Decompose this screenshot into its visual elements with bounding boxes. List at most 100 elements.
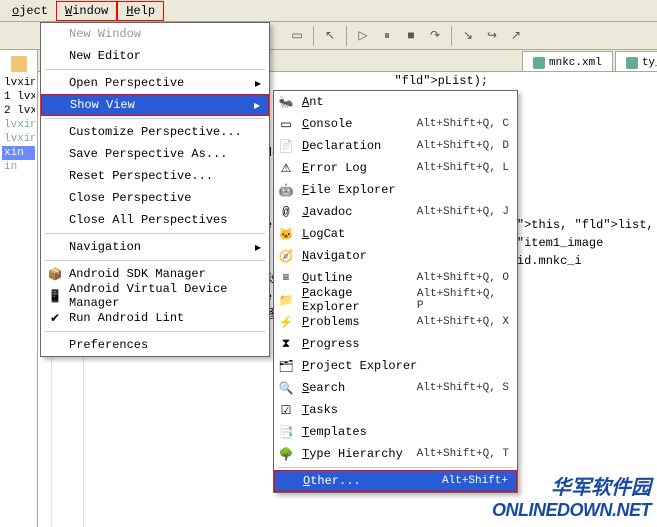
view-item-icon: 🤖 xyxy=(278,182,294,198)
menu-item-customize-perspective[interactable]: Customize Perspective... xyxy=(41,121,269,143)
view-item-icon: ≡ xyxy=(278,270,294,286)
view-item-icon: ⚡ xyxy=(278,314,294,330)
view-item-icon: ⚠ xyxy=(278,160,294,176)
menu-project[interactable]: oject xyxy=(4,2,56,20)
view-type-hierarchy[interactable]: 🌳 Type Hierarchy Alt+Shift+Q, T xyxy=(274,443,517,465)
view-search[interactable]: 🔍SearchAlt+Shift+Q, S xyxy=(274,377,517,399)
outline-item[interactable]: in xyxy=(2,160,35,174)
view-item-label: Package Explorer xyxy=(302,286,417,314)
view-item-icon: 🔍 xyxy=(278,380,294,396)
watermark-en: ONLINEDOWN.NET xyxy=(492,500,651,521)
submenu-arrow-icon: ▸ xyxy=(255,240,261,255)
view-other[interactable]: Other...Alt+Shift+ xyxy=(274,470,517,492)
view-declaration[interactable]: 📄DeclarationAlt+Shift+Q, D xyxy=(274,135,517,157)
menu-item-run-android-lint[interactable]: ✔Run Android Lint xyxy=(41,307,269,329)
view-file-explorer[interactable]: 🤖 File Explorer xyxy=(274,179,517,201)
menu-item-close-all-perspectives[interactable]: Close All Perspectives xyxy=(41,209,269,231)
view-item-label: Templates xyxy=(302,425,367,439)
view-item-icon: 🧭 xyxy=(278,248,294,264)
toolbar-play-icon[interactable]: ▷ xyxy=(352,25,374,47)
menubar: oject Window Help xyxy=(0,0,657,22)
java-file-icon xyxy=(626,57,638,69)
view-problems[interactable]: ⚡ Problems Alt+Shift+Q, X xyxy=(274,311,517,333)
menu-item-label: Run Android Lint xyxy=(69,311,184,325)
view-progress[interactable]: ⧗Progress xyxy=(274,333,517,355)
view-project-explorer[interactable]: 🗂 Project Explorer xyxy=(274,355,517,377)
menu-item-close-perspective[interactable]: Close Perspective xyxy=(41,187,269,209)
outline-pane: lvxin1 lvx2 lvxlvxinlvxinxinin xyxy=(0,50,38,527)
toolbar-stepinto-icon[interactable]: ↘ xyxy=(457,25,479,47)
menu-item-navigation[interactable]: Navigation ▸ xyxy=(41,236,269,258)
tab-ty-mr[interactable]: ty_mr xyxy=(615,51,657,71)
view-item-shortcut: Alt+Shift+Q, L xyxy=(417,162,509,174)
xml-file-icon xyxy=(533,57,545,69)
view-item-label: File Explorer xyxy=(302,183,396,197)
menu-item-label: Close All Perspectives xyxy=(69,213,227,227)
toolbar-stepover-icon[interactable]: ↪ xyxy=(481,25,503,47)
menu-item-icon: 📦 xyxy=(47,266,63,282)
tab-mnkc-xml[interactable]: mnkc.xml xyxy=(522,51,613,71)
menu-separator xyxy=(45,118,265,119)
menu-help[interactable]: Help xyxy=(117,1,164,21)
view-item-shortcut: Alt+Shift+Q, J xyxy=(417,206,509,218)
view-templates[interactable]: 📑Templates xyxy=(274,421,517,443)
toolbar-pause-icon[interactable]: ⏸ xyxy=(376,25,398,47)
outline-item[interactable]: lvxin xyxy=(2,132,35,146)
outline-item[interactable]: xin xyxy=(2,146,35,160)
menu-item-reset-perspective[interactable]: Reset Perspective... xyxy=(41,165,269,187)
menu-item-icon: 📱 xyxy=(47,288,63,304)
menu-item-label: Close Perspective xyxy=(69,191,191,205)
toolbar-stepout-icon[interactable]: ↗ xyxy=(505,25,527,47)
view-item-icon: ⧗ xyxy=(278,336,294,352)
menu-item-show-view[interactable]: Show View▸ xyxy=(41,94,269,116)
menu-item-new-window[interactable]: New Window xyxy=(41,23,269,45)
view-item-label: Search xyxy=(302,381,345,395)
toolbar-square-icon[interactable]: ▭ xyxy=(286,25,308,47)
view-item-label: Tasks xyxy=(302,403,338,417)
toolbar-step-icon[interactable]: ↷ xyxy=(424,25,446,47)
view-item-shortcut: Alt+Shift+Q, T xyxy=(417,448,509,460)
menu-separator xyxy=(45,233,265,234)
view-item-label: Javadoc xyxy=(302,205,352,219)
view-navigator[interactable]: 🧭 Navigator xyxy=(274,245,517,267)
view-item-shortcut: Alt+Shift+Q, C xyxy=(417,118,509,130)
view-item-label: Type Hierarchy xyxy=(302,447,403,461)
toolbar-stop-icon[interactable]: ■ xyxy=(400,25,422,47)
toolbar-wand-icon[interactable]: ↖ xyxy=(319,25,341,47)
view-javadoc[interactable]: @JavadocAlt+Shift+Q, J xyxy=(274,201,517,223)
view-error-log[interactable]: ⚠Error LogAlt+Shift+Q, L xyxy=(274,157,517,179)
tab-label: ty_mr xyxy=(642,57,657,69)
view-item-shortcut: Alt+Shift+Q, X xyxy=(417,316,509,328)
view-item-icon: 🌳 xyxy=(278,446,294,462)
menu-item-preferences[interactable]: Preferences xyxy=(41,334,269,356)
outline-item[interactable]: lvxin xyxy=(2,118,35,132)
view-ant[interactable]: 🐜Ant xyxy=(274,91,517,113)
menu-item-open-perspective[interactable]: Open Perspective▸ xyxy=(41,72,269,94)
view-tasks[interactable]: ☑ Tasks xyxy=(274,399,517,421)
menu-window[interactable]: Window xyxy=(56,1,117,21)
view-package-explorer[interactable]: 📁Package ExplorerAlt+Shift+Q, P xyxy=(274,289,517,311)
view-item-icon: 📄 xyxy=(278,138,294,154)
tab-label: mnkc.xml xyxy=(549,57,602,69)
view-item-icon: ▭ xyxy=(278,116,294,132)
view-item-label: Project Explorer xyxy=(302,359,417,373)
outline-item[interactable]: 1 lvx xyxy=(2,90,35,104)
menu-item-label: New Editor xyxy=(69,49,141,63)
view-logcat[interactable]: 🐱LogCat xyxy=(274,223,517,245)
outline-item[interactable]: lvxin xyxy=(2,76,35,90)
view-item-icon: ☑ xyxy=(278,402,294,418)
view-item-label: Navigator xyxy=(302,249,367,263)
view-item-label: LogCat xyxy=(302,227,345,241)
menu-item-label: Android Virtual Device Manager xyxy=(69,282,255,310)
view-item-icon: 🗂 xyxy=(278,358,294,374)
outline-header-icon xyxy=(11,56,27,72)
menu-item-label: Open Perspective xyxy=(69,76,184,90)
menu-item-save-perspective-as[interactable]: Save Perspective As... xyxy=(41,143,269,165)
menu-item-new-editor[interactable]: New Editor xyxy=(41,45,269,67)
view-item-label: Problems xyxy=(302,315,360,329)
view-console[interactable]: ▭ConsoleAlt+Shift+Q, C xyxy=(274,113,517,135)
outline-item[interactable]: 2 lvx xyxy=(2,104,35,118)
menu-item-label: Navigation xyxy=(69,240,141,254)
menu-item-label: Customize Perspective... xyxy=(69,125,242,139)
menu-item-android-virtual-device-manager[interactable]: 📱 Android Virtual Device Manager xyxy=(41,285,269,307)
